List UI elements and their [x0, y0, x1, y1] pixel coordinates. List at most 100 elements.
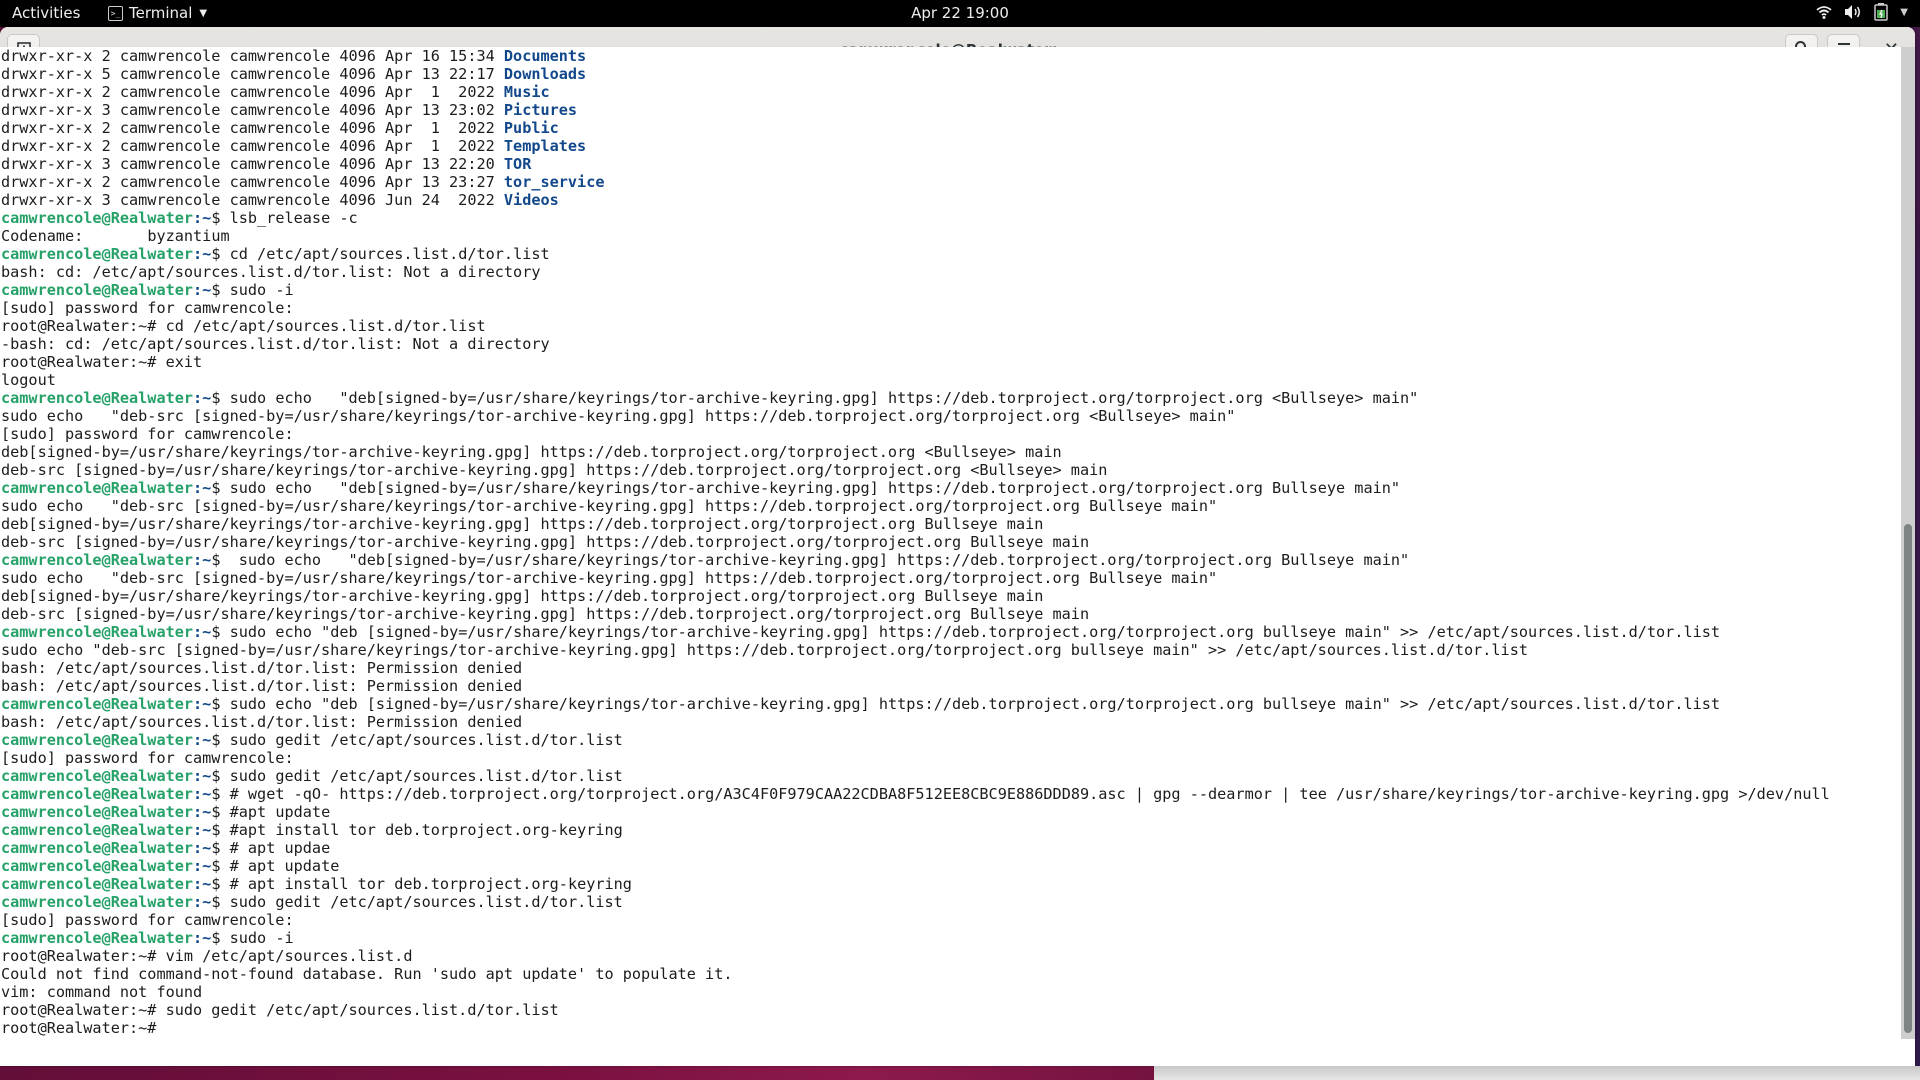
terminal-line: drwxr-xr-x 2 camwrencole camwrencole 409…: [1, 173, 1830, 191]
directory-name: tor_service: [503, 173, 605, 191]
command-text: sudo echo "deb[signed-by=/usr/share/keyr…: [220, 389, 1419, 407]
terminal-line: drwxr-xr-x 5 camwrencole camwrencole 409…: [1, 65, 1830, 83]
terminal-line: drwxr-xr-x 2 camwrencole camwrencole 409…: [1, 47, 1830, 65]
volume-icon: [1844, 4, 1862, 20]
terminal-line: camwrencole@Realwater:~$ lsb_release -c: [1, 209, 1830, 227]
ls-entry-meta: drwxr-xr-x 3 camwrencole camwrencole 409…: [1, 101, 504, 119]
prompt-user-host: camwrencole@Realwater: [1, 929, 194, 947]
terminal-line: sudo echo "deb-src [signed-by=/usr/share…: [1, 641, 1830, 659]
terminal-line: [sudo] password for camwrencole:: [1, 299, 1830, 317]
command-text: sudo echo "deb [signed-by=/usr/share/key…: [220, 695, 1721, 713]
ls-entry-meta: drwxr-xr-x 2 camwrencole camwrencole 409…: [1, 83, 504, 101]
output-text: root@Realwater:~# cd /etc/apt/sources.li…: [1, 317, 486, 335]
command-text: sudo gedit /etc/apt/sources.list.d/tor.l…: [220, 731, 623, 749]
prompt-user-host: camwrencole@Realwater: [1, 803, 194, 821]
output-text: root@Realwater:~# vim /etc/apt/sources.l…: [1, 947, 413, 965]
terminal-line: camwrencole@Realwater:~$ #apt install to…: [1, 821, 1830, 839]
prompt-user-host: camwrencole@Realwater: [1, 479, 194, 497]
system-tray[interactable]: ▼: [1816, 3, 1908, 21]
terminal-line: camwrencole@Realwater:~$ sudo gedit /etc…: [1, 731, 1830, 749]
output-text: deb-src [signed-by=/usr/share/keyrings/t…: [1, 605, 1090, 623]
prompt-user-host: camwrencole@Realwater: [1, 839, 194, 857]
terminal-line: camwrencole@Realwater:~$ sudo echo "deb …: [1, 623, 1830, 641]
prompt-path: :~: [193, 731, 212, 749]
terminal-line: deb-src [signed-by=/usr/share/keyrings/t…: [1, 533, 1830, 551]
terminal-line: sudo echo "deb-src [signed-by=/usr/share…: [1, 569, 1830, 587]
terminal-line: deb[signed-by=/usr/share/keyrings/tor-ar…: [1, 443, 1830, 461]
command-text: # apt install tor deb.torproject.org-key…: [220, 875, 632, 893]
terminal-line: camwrencole@Realwater:~$ sudo echo "deb[…: [1, 551, 1830, 569]
command-text: sudo -i: [220, 281, 294, 299]
terminal-line: bash: cd: /etc/apt/sources.list.d/tor.li…: [1, 263, 1830, 281]
scrollbar-thumb[interactable]: [1904, 524, 1912, 1033]
terminal-line: Could not find command-not-found databas…: [1, 965, 1830, 983]
prompt-user-host: camwrencole@Realwater: [1, 551, 194, 569]
battery-icon: [1874, 3, 1889, 21]
directory-name: Music: [503, 83, 550, 101]
output-text: [sudo] password for camwrencole:: [1, 911, 294, 929]
prompt-path: :~: [193, 767, 212, 785]
terminal-output[interactable]: drwxr-xr-x 2 camwrencole camwrencole 409…: [0, 47, 1901, 1039]
terminal-line: root@Realwater:~#: [1, 1019, 1830, 1037]
terminal-line: -bash: cd: /etc/apt/sources.list.d/tor.l…: [1, 335, 1830, 353]
output-text: vim: command not found: [1, 983, 203, 1001]
directory-name: Documents: [503, 47, 587, 65]
output-text: logout: [1, 371, 56, 389]
prompt-user-host: camwrencole@Realwater: [1, 731, 194, 749]
prompt-path: :~: [193, 929, 212, 947]
output-text: bash: /etc/apt/sources.list.d/tor.list: …: [1, 659, 523, 677]
command-text: cd /etc/apt/sources.list.d/tor.list: [220, 245, 550, 263]
terminal-line: [sudo] password for camwrencole:: [1, 425, 1830, 443]
command-text: sudo gedit /etc/apt/sources.list.d/tor.l…: [220, 893, 623, 911]
command-text: sudo gedit /etc/apt/sources.list.d/tor.l…: [220, 767, 623, 785]
prompt-path: :~: [193, 857, 212, 875]
output-text: [sudo] password for camwrencole:: [1, 749, 294, 767]
prompt-user-host: camwrencole@Realwater: [1, 767, 194, 785]
output-text: sudo echo "deb-src [signed-by=/usr/share…: [1, 641, 1528, 659]
terminal-lines: drwxr-xr-x 2 camwrencole camwrencole 409…: [1, 47, 1830, 1037]
terminal-line: camwrencole@Realwater:~$ cd /etc/apt/sou…: [1, 245, 1830, 263]
scrollbar[interactable]: [1901, 47, 1915, 1039]
terminal-line: bash: /etc/apt/sources.list.d/tor.list: …: [1, 713, 1830, 731]
terminal-line: Codename: byzantium: [1, 227, 1830, 245]
prompt-user-host: camwrencole@Realwater: [1, 209, 194, 227]
terminal-line: deb-src [signed-by=/usr/share/keyrings/t…: [1, 461, 1830, 479]
terminal-line: root@Realwater:~# cd /etc/apt/sources.li…: [1, 317, 1830, 335]
terminal-line: drwxr-xr-x 3 camwrencole camwrencole 409…: [1, 191, 1830, 209]
output-text: deb-src [signed-by=/usr/share/keyrings/t…: [1, 533, 1090, 551]
output-text: root@Realwater:~# exit: [1, 353, 203, 371]
prompt-path: :~: [193, 389, 212, 407]
command-text: # apt updae: [220, 839, 331, 857]
ls-entry-meta: drwxr-xr-x 2 camwrencole camwrencole 409…: [1, 119, 504, 137]
wifi-icon: [1816, 4, 1832, 20]
terminal-line: deb[signed-by=/usr/share/keyrings/tor-ar…: [1, 587, 1830, 605]
terminal-line: vim: command not found: [1, 983, 1830, 1001]
terminal-line: camwrencole@Realwater:~$ sudo echo "deb[…: [1, 479, 1830, 497]
command-text: lsb_release -c: [220, 209, 358, 227]
ls-entry-meta: drwxr-xr-x 2 camwrencole camwrencole 409…: [1, 47, 504, 65]
prompt-path: :~: [193, 893, 212, 911]
directory-name: TOR: [503, 155, 532, 173]
terminal-line: camwrencole@Realwater:~$ # wget -qO- htt…: [1, 785, 1830, 803]
output-text: -bash: cd: /etc/apt/sources.list.d/tor.l…: [1, 335, 550, 353]
prompt-user-host: camwrencole@Realwater: [1, 785, 194, 803]
terminal-line: camwrencole@Realwater:~$ # apt updae: [1, 839, 1830, 857]
output-text: Could not find command-not-found databas…: [1, 965, 733, 983]
output-text: [sudo] password for camwrencole:: [1, 299, 294, 317]
output-text: deb[signed-by=/usr/share/keyrings/tor-ar…: [1, 443, 1062, 461]
command-text: sudo echo "deb [signed-by=/usr/share/key…: [220, 623, 1721, 641]
prompt-user-host: camwrencole@Realwater: [1, 695, 194, 713]
prompt-path: :~: [193, 281, 212, 299]
system-menu-caret-icon: ▼: [1900, 6, 1908, 18]
directory-name: Videos: [503, 191, 559, 209]
directory-name: Pictures: [503, 101, 578, 119]
terminal-line: deb-src [signed-by=/usr/share/keyrings/t…: [1, 605, 1830, 623]
prompt-user-host: camwrencole@Realwater: [1, 245, 194, 263]
output-text: bash: /etc/apt/sources.list.d/tor.list: …: [1, 677, 523, 695]
ls-entry-meta: drwxr-xr-x 3 camwrencole camwrencole 409…: [1, 191, 504, 209]
command-text: # apt update: [220, 857, 340, 875]
clock[interactable]: Apr 22 19:00: [0, 4, 1920, 22]
command-text: sudo -i: [220, 929, 294, 947]
terminal-line: deb[signed-by=/usr/share/keyrings/tor-ar…: [1, 515, 1830, 533]
prompt-user-host: camwrencole@Realwater: [1, 857, 194, 875]
